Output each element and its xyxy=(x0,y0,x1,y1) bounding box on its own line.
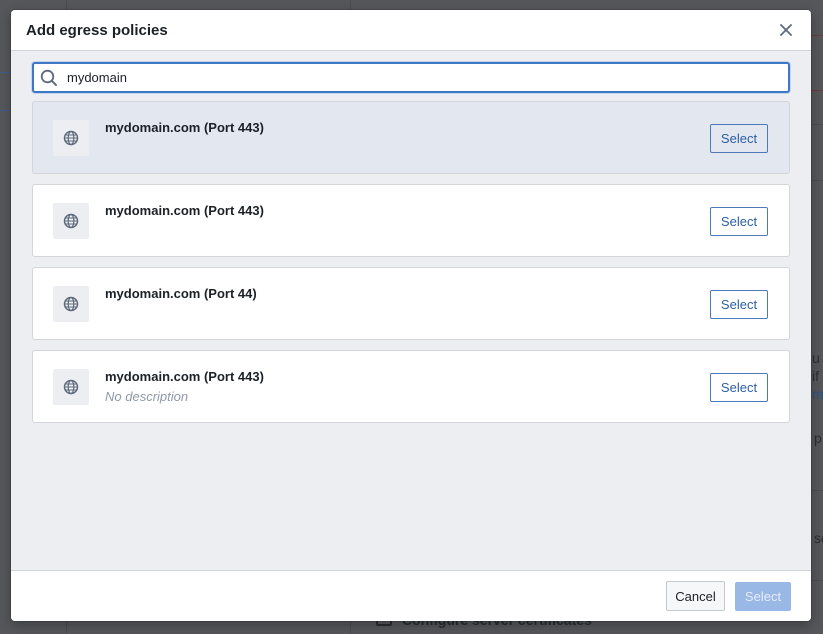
policy-icon-box xyxy=(53,286,89,322)
search-box[interactable] xyxy=(32,62,790,93)
close-icon xyxy=(780,24,792,36)
confirm-select-button[interactable]: Select xyxy=(735,581,791,611)
policy-item[interactable]: mydomain.com (Port 44) Select xyxy=(32,267,790,340)
background-text: p xyxy=(814,430,822,446)
policy-icon-box xyxy=(53,120,89,156)
policy-list: mydomain.com (Port 443) Select mydomain.… xyxy=(32,101,790,423)
background-line xyxy=(811,124,823,125)
policy-title: mydomain.com (Port 443) xyxy=(105,369,264,384)
background-text: sc xyxy=(814,530,823,546)
policy-icon-box xyxy=(53,369,89,405)
policy-text: mydomain.com (Port 443) xyxy=(105,203,264,218)
policy-item[interactable]: mydomain.com (Port 443) Select xyxy=(32,101,790,174)
policy-title: mydomain.com (Port 44) xyxy=(105,286,257,301)
dialog-header: Add egress policies xyxy=(11,10,811,51)
policy-text: mydomain.com (Port 443) xyxy=(105,120,264,135)
background-text: if xyxy=(812,368,819,384)
globe-icon xyxy=(63,213,79,229)
select-policy-button[interactable]: Select xyxy=(710,373,768,402)
background-line xyxy=(811,90,823,91)
background-text: u xyxy=(812,350,820,366)
add-egress-policies-dialog: Add egress policies mydomain mydomain.co… xyxy=(11,10,811,621)
dialog-body: mydomain.com (Port 443) Select mydomain.… xyxy=(11,51,811,570)
policy-title: mydomain.com (Port 443) xyxy=(105,203,264,218)
cancel-button[interactable]: Cancel xyxy=(666,581,725,611)
globe-icon xyxy=(63,379,79,395)
policy-icon-box xyxy=(53,203,89,239)
dialog-title: Add egress policies xyxy=(26,21,168,39)
background-line xyxy=(811,35,823,36)
select-policy-button[interactable]: Select xyxy=(710,290,768,319)
dialog-footer: Cancel Select xyxy=(11,570,811,621)
policy-title: mydomain.com (Port 443) xyxy=(105,120,264,135)
policy-text: mydomain.com (Port 443) No description xyxy=(105,369,264,404)
close-button[interactable] xyxy=(776,20,796,40)
policy-item[interactable]: mydomain.com (Port 443) Select xyxy=(32,184,790,257)
select-policy-button[interactable]: Select xyxy=(710,124,768,153)
policy-item[interactable]: mydomain.com (Port 443) No description S… xyxy=(32,350,790,423)
policy-description: No description xyxy=(105,389,189,404)
globe-icon xyxy=(63,296,79,312)
search-icon xyxy=(40,69,57,86)
select-policy-button[interactable]: Select xyxy=(710,207,768,236)
globe-icon xyxy=(63,130,79,146)
background-line xyxy=(811,180,823,181)
background-line xyxy=(811,580,823,581)
background-link: m xyxy=(812,386,823,402)
search-input[interactable] xyxy=(67,70,788,85)
background-line xyxy=(811,490,823,491)
policy-text: mydomain.com (Port 44) xyxy=(105,286,257,301)
